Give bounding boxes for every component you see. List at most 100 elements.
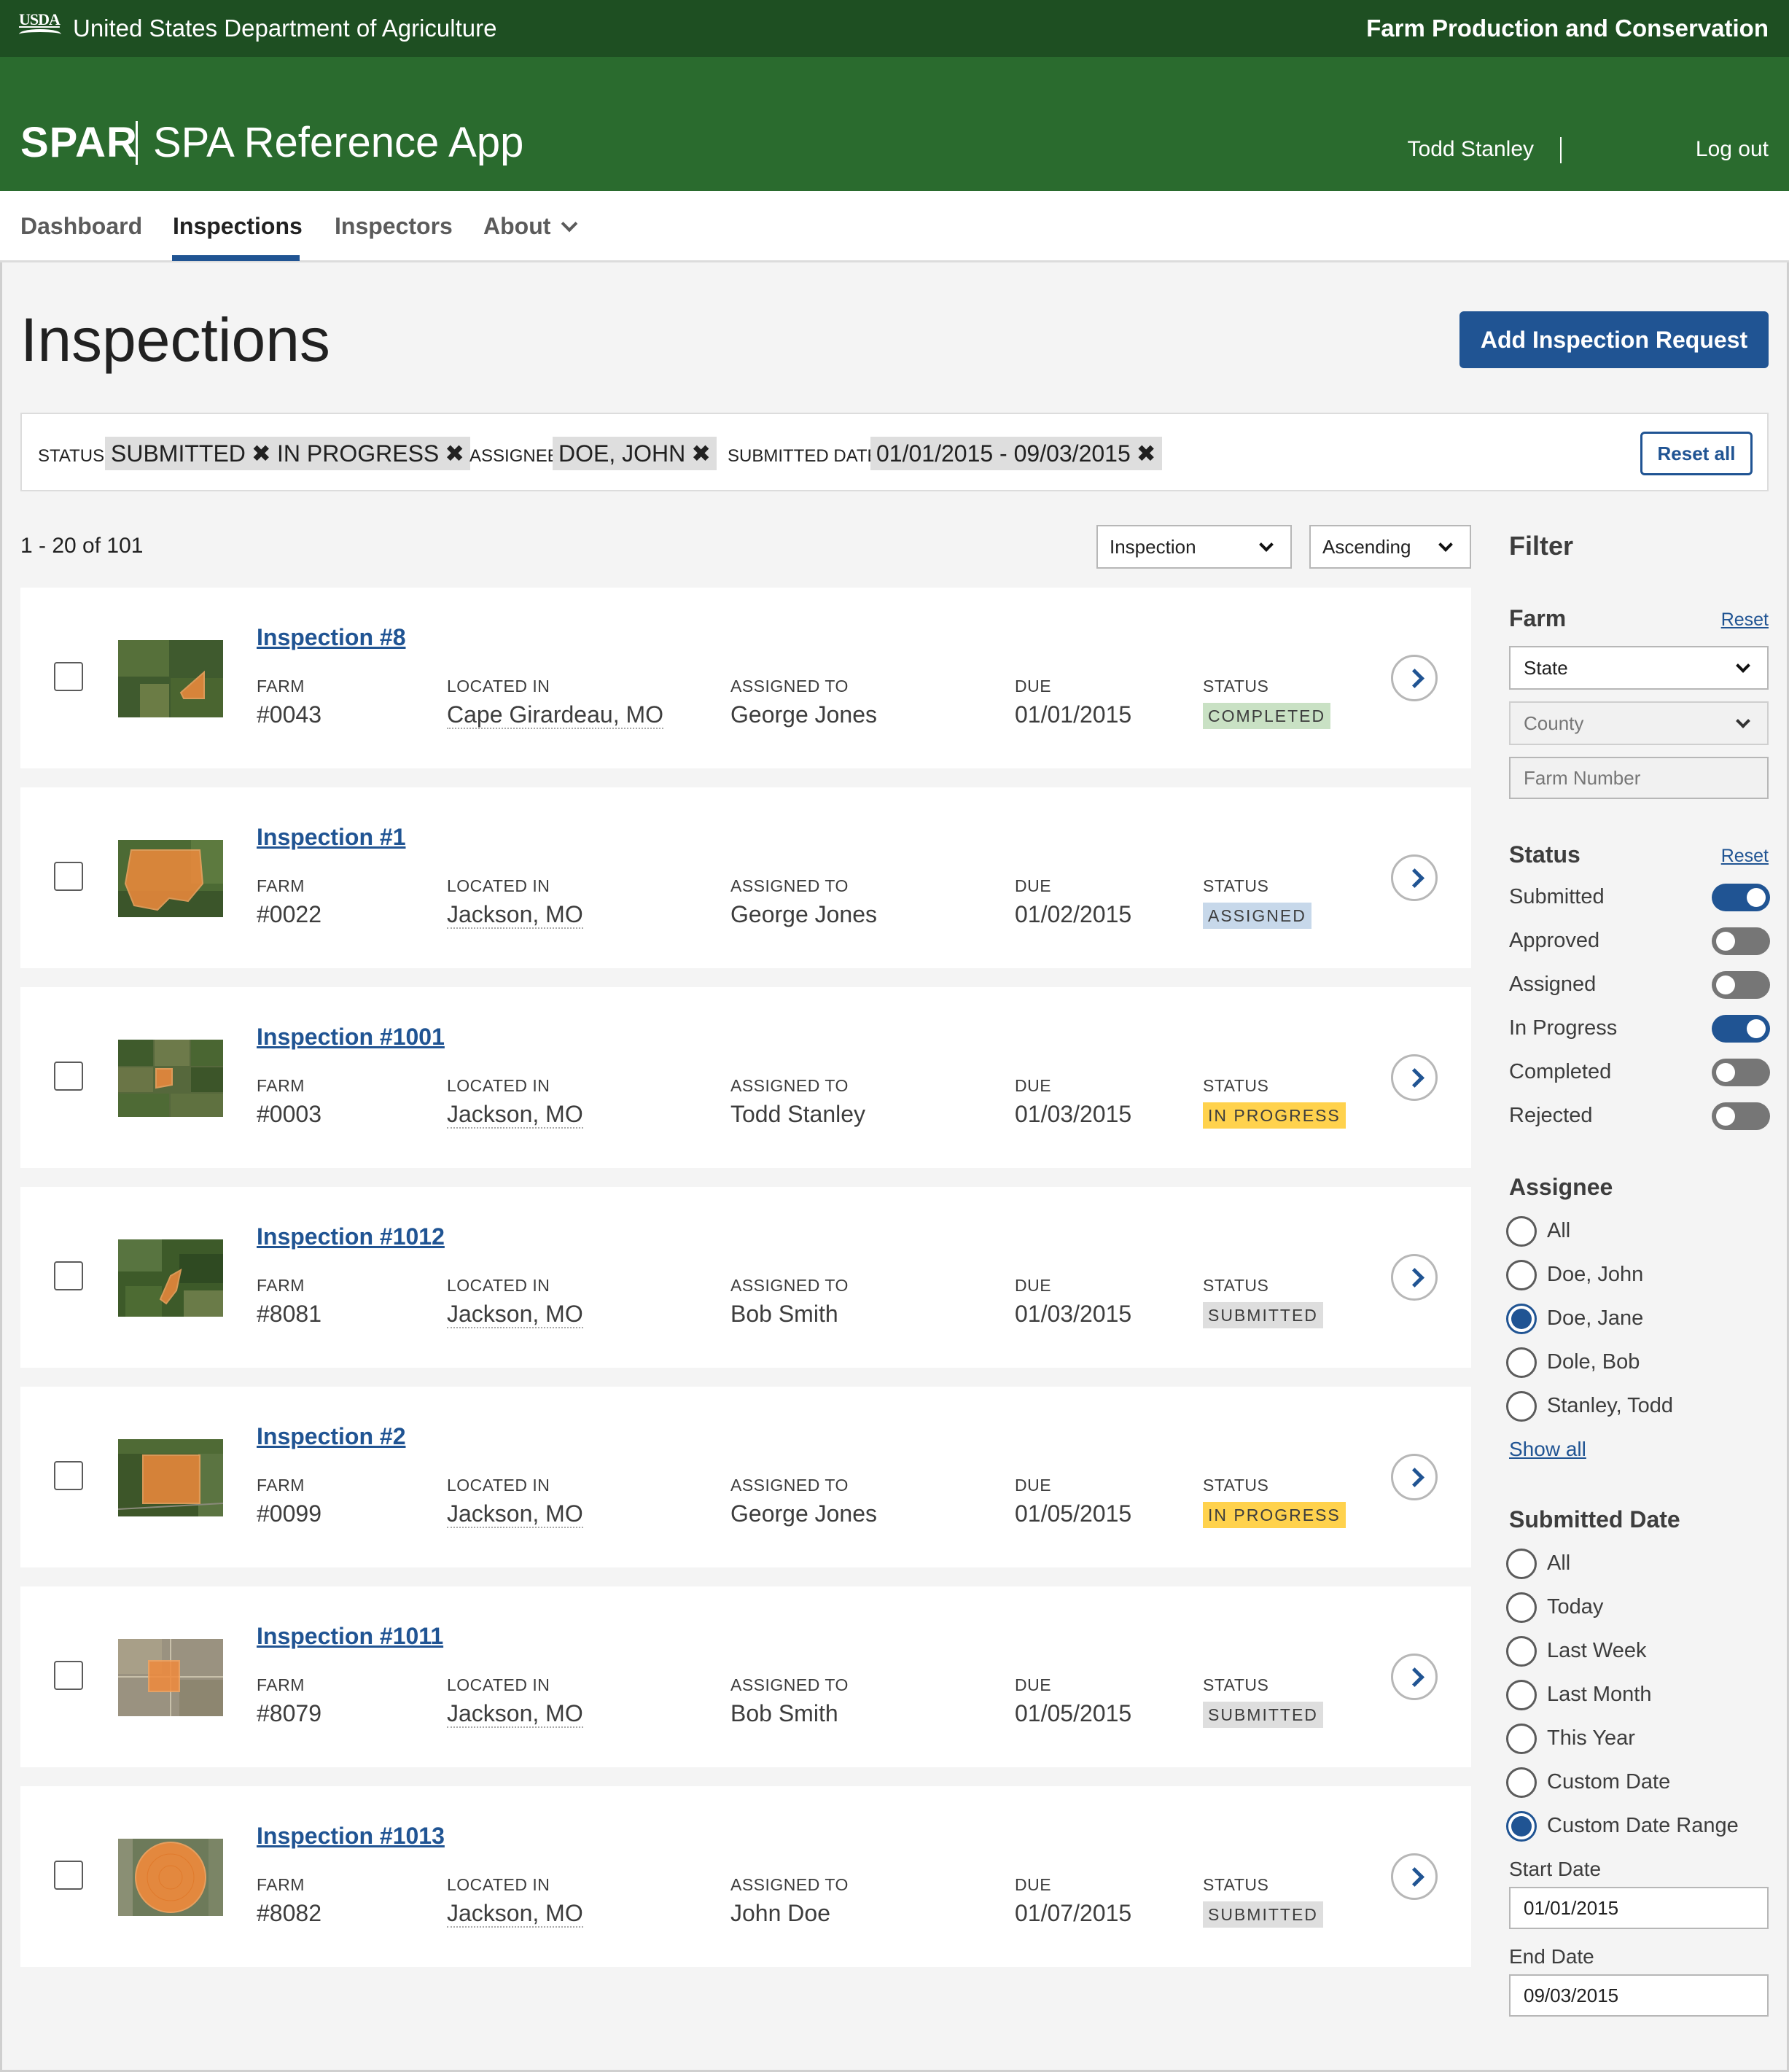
state-select[interactable]: State	[1509, 646, 1769, 690]
view-details-button[interactable]	[1391, 1654, 1438, 1700]
date-radio-custom-date[interactable]	[1506, 1767, 1537, 1798]
inspection-title-link[interactable]: Inspection #1	[257, 824, 406, 851]
status-badge: ASSIGNED	[1203, 903, 1311, 929]
add-inspection-request-button[interactable]: Add Inspection Request	[1459, 311, 1769, 368]
assignee-filter-label: ASSIGNEE	[469, 446, 559, 466]
status-reset-link[interactable]: Reset	[1721, 846, 1769, 867]
user-name-link[interactable]: Todd Stanley	[1408, 137, 1534, 162]
inspection-title-link[interactable]: Inspection #2	[257, 1423, 406, 1450]
inspection-title-link[interactable]: Inspection #1012	[257, 1223, 445, 1250]
chevron-down-icon	[1438, 537, 1453, 552]
view-details-button[interactable]	[1391, 1454, 1438, 1500]
status-label: STATUS	[1203, 1276, 1269, 1295]
farm-map-thumbnail	[118, 640, 223, 717]
sort-order-select[interactable]: Ascending	[1309, 525, 1471, 569]
select-checkbox[interactable]	[54, 1461, 83, 1490]
due-label: DUE	[1015, 1875, 1052, 1894]
location-label: LOCATED IN	[447, 1675, 550, 1694]
assignee-radio-doe-jane[interactable]	[1506, 1304, 1537, 1334]
date-radio-custom-date-range[interactable]	[1506, 1811, 1537, 1842]
inspection-title-link[interactable]: Inspection #1013	[257, 1823, 445, 1850]
logout-link[interactable]: Log out	[1696, 137, 1769, 162]
page-title: Inspections	[20, 305, 330, 374]
view-details-button[interactable]	[1391, 1054, 1438, 1101]
date-radio-today[interactable]	[1506, 1592, 1537, 1623]
reset-all-button[interactable]: Reset all	[1640, 432, 1753, 475]
inspection-card: Inspection #1 FARM #0022 LOCATED IN Jack…	[20, 787, 1471, 968]
nav-about-label: About	[483, 213, 551, 239]
select-checkbox[interactable]	[54, 1261, 83, 1290]
remove-icon[interactable]: ✖	[252, 440, 271, 467]
toggle-assigned[interactable]	[1712, 971, 1770, 999]
remove-icon[interactable]: ✖	[1137, 440, 1156, 467]
farm-map-thumbnail	[118, 1239, 223, 1317]
end-date-input[interactable]: 09/03/2015	[1509, 1974, 1769, 2017]
toggle-in-progress[interactable]	[1712, 1015, 1770, 1043]
assignee-radio-stanley-todd[interactable]	[1506, 1391, 1537, 1422]
farm-reset-link[interactable]: Reset	[1721, 609, 1769, 631]
status-option-completed: Completed	[1509, 1060, 1612, 1083]
start-date-input[interactable]: 01/01/2015	[1509, 1887, 1769, 1929]
date-radio-this-year[interactable]	[1506, 1724, 1537, 1754]
inspection-title-link[interactable]: Inspection #8	[257, 624, 406, 651]
toggle-approved[interactable]	[1712, 927, 1770, 955]
nav-about[interactable]: About	[483, 213, 578, 240]
toggle-submitted[interactable]	[1712, 884, 1770, 911]
status-chip-submitted[interactable]: SUBMITTED ✖	[105, 437, 277, 470]
usda-logo[interactable]: USDA	[19, 12, 61, 44]
due-date: 01/01/2015	[1015, 701, 1132, 728]
date-radio-last-month[interactable]	[1506, 1680, 1537, 1710]
assignee-label-dole-bob: Dole, Bob	[1547, 1350, 1640, 1374]
inspection-title-link[interactable]: Inspection #1011	[257, 1623, 443, 1650]
sort-field-select[interactable]: Inspection	[1096, 525, 1292, 569]
remove-icon[interactable]: ✖	[445, 440, 464, 467]
location-label: LOCATED IN	[447, 677, 550, 696]
due-label: DUE	[1015, 1076, 1052, 1095]
view-details-button[interactable]	[1391, 854, 1438, 901]
toggle-rejected[interactable]	[1712, 1102, 1770, 1130]
location-value: Jackson, MO	[447, 1101, 583, 1129]
assignee-value: George Jones	[730, 1500, 878, 1527]
view-details-button[interactable]	[1391, 1853, 1438, 1900]
select-checkbox[interactable]	[54, 862, 83, 891]
farm-number: #0003	[257, 1101, 321, 1127]
select-checkbox[interactable]	[54, 662, 83, 691]
farm-map-thumbnail	[118, 1639, 223, 1716]
nav-inspectors[interactable]: Inspectors	[335, 213, 453, 240]
submitted-date-heading: Submitted Date	[1509, 1506, 1680, 1532]
date-chip[interactable]: 01/01/2015 - 09/03/2015 ✖	[870, 437, 1162, 470]
chevron-down-icon	[1736, 658, 1750, 673]
assignee-radio-doe-john[interactable]	[1506, 1260, 1537, 1290]
date-label-custom-date: Custom Date	[1547, 1770, 1671, 1793]
date-label-this-year: This Year	[1547, 1726, 1635, 1750]
assignee-radio-dole-bob[interactable]	[1506, 1347, 1537, 1378]
view-details-button[interactable]	[1391, 655, 1438, 701]
inspection-card: Inspection #2 FARM #0099 LOCATED IN Jack…	[20, 1387, 1471, 1567]
date-label-custom-date-range: Custom Date Range	[1547, 1814, 1739, 1837]
select-checkbox[interactable]	[54, 1861, 83, 1890]
inspection-card: Inspection #8 FARM #0043 LOCATED IN Cape…	[20, 588, 1471, 768]
status-chip-in-progress[interactable]: IN PROGRESS ✖	[271, 437, 471, 470]
applied-filters-bar: STATUS SUBMITTED ✖ IN PROGRESS ✖ ASSIGNEE …	[20, 413, 1769, 491]
assignee-radio-all[interactable]	[1506, 1216, 1537, 1247]
county-select[interactable]: County	[1509, 701, 1769, 745]
select-checkbox[interactable]	[54, 1661, 83, 1690]
remove-icon[interactable]: ✖	[691, 440, 711, 467]
app-short-name[interactable]: SPAR	[20, 118, 138, 167]
select-checkbox[interactable]	[54, 1062, 83, 1091]
status-badge: IN PROGRESS	[1203, 1502, 1346, 1528]
date-radio-all[interactable]	[1506, 1549, 1537, 1579]
farm-label: FARM	[257, 876, 305, 895]
view-details-button[interactable]	[1391, 1254, 1438, 1301]
app-name[interactable]: SPA Reference App	[153, 118, 523, 167]
location-value: Jackson, MO	[447, 1700, 583, 1728]
nav-dashboard[interactable]: Dashboard	[20, 213, 142, 240]
nav-inspections[interactable]: Inspections	[173, 213, 303, 240]
farm-number-input[interactable]: Farm Number	[1509, 757, 1769, 799]
toggle-completed[interactable]	[1712, 1059, 1770, 1086]
assignee-chip[interactable]: DOE, JOHN ✖	[553, 437, 717, 470]
show-all-assignees-link[interactable]: Show all	[1509, 1438, 1586, 1461]
date-radio-last-week[interactable]	[1506, 1636, 1537, 1667]
inspection-title-link[interactable]: Inspection #1001	[257, 1024, 445, 1051]
status-label: STATUS	[1203, 1675, 1269, 1694]
